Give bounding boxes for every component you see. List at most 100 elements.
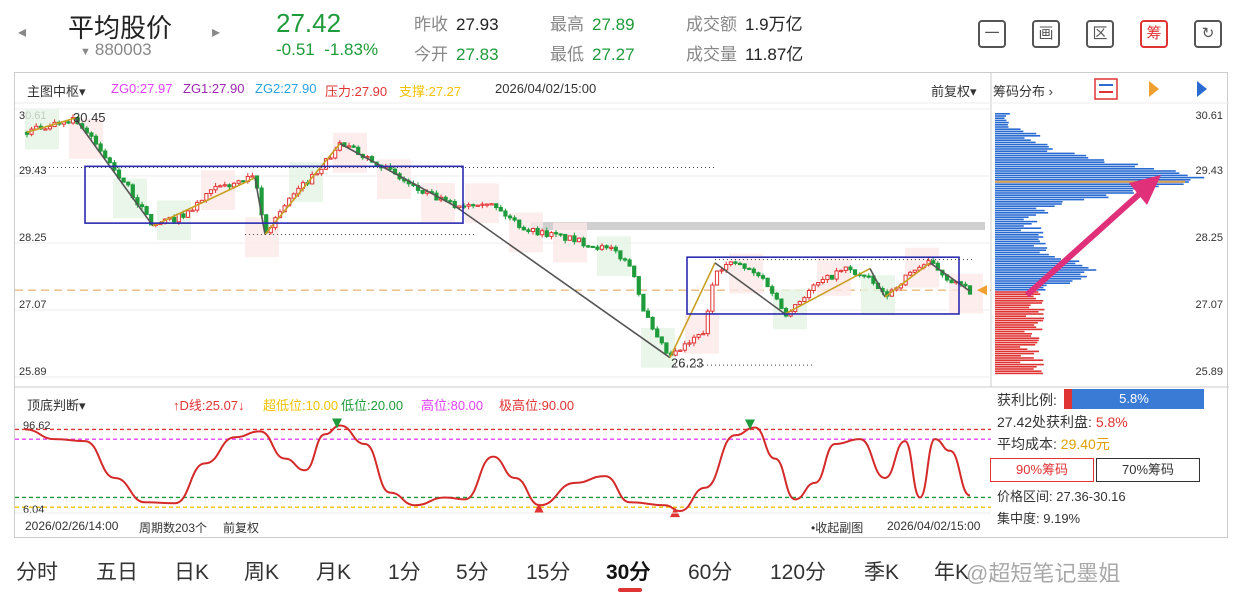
tab-weekly[interactable]: 周K	[244, 556, 279, 586]
next-stock-icon[interactable]: ▸	[212, 22, 220, 42]
chip-bar	[995, 333, 1033, 335]
chip-bar	[995, 324, 1035, 326]
range-tool-icon[interactable]: 区	[1086, 20, 1114, 48]
tab-quarterly[interactable]: 季K	[864, 556, 899, 586]
chip-bar	[995, 337, 1040, 339]
range-label: 价格区间:	[997, 489, 1053, 504]
candle-body	[664, 342, 669, 354]
chip-bar	[995, 344, 1036, 346]
indicator-zg1: ZG1:27.90	[183, 81, 245, 96]
candle-body	[756, 272, 761, 277]
chip-bar	[995, 264, 1083, 267]
adjust-label: 前复权	[931, 84, 971, 99]
avg-cost-value: 29.40元	[1060, 436, 1110, 452]
chip-bar	[995, 346, 1021, 348]
adjust-selector[interactable]: 前复权▾	[931, 81, 977, 100]
candle-body	[530, 227, 536, 232]
rotate-screen-icon[interactable]: ↻	[1194, 20, 1222, 48]
chip-bar	[995, 168, 1155, 170]
sub-end-date: 2026/04/02/15:00	[887, 519, 981, 533]
avg-cost-label: 平均成本:	[997, 436, 1057, 452]
tab-intraday[interactable]: 分时	[16, 556, 58, 586]
tab-1min[interactable]: 1分	[388, 556, 421, 586]
highlight-arrow-shaft	[1024, 186, 1148, 298]
candle-body	[236, 180, 241, 184]
prev-stock-icon[interactable]: ◂	[18, 22, 26, 42]
tab-yearly[interactable]: 年K	[934, 556, 969, 586]
low-marker: 26.23	[671, 356, 704, 371]
candle-body	[848, 266, 853, 271]
collapse-sub-chart-button[interactable]: •收起副图	[811, 519, 863, 536]
candle-body	[572, 235, 577, 243]
stock-code[interactable]: ▼ 880003	[80, 40, 152, 60]
quote-header: ◂ 平均股价 ▼ 880003 ▸ 27.42 -0.51 -1.83% 昨收 27…	[0, 0, 1242, 72]
chip-bar	[995, 209, 1045, 212]
dropdown-icon: ▾	[970, 84, 977, 99]
tab-daily[interactable]: 日K	[174, 556, 209, 586]
main-indicator-selector[interactable]: 主图中枢▾	[27, 81, 86, 100]
candle-body	[213, 185, 218, 191]
sub-indicator-selector[interactable]: 顶底判断▾	[27, 395, 86, 414]
tab-120min[interactable]: 120分	[770, 556, 826, 586]
chip-axis-label: 29.43	[1195, 165, 1223, 177]
candle-body	[107, 157, 112, 164]
candle-body	[728, 261, 733, 266]
candle-body	[517, 219, 522, 228]
chip-bar	[995, 154, 1087, 157]
chip-bar	[995, 148, 1053, 150]
indicator-pressure: 压力:27.90	[325, 84, 388, 99]
tab-15min[interactable]: 15分	[526, 556, 570, 586]
profit-ratio-fill	[1064, 389, 1073, 409]
concentration-value: 9.19%	[1043, 511, 1081, 526]
candle-body	[507, 215, 513, 219]
stat-value: 27.93	[456, 15, 499, 34]
tab-30min[interactable]: 30分	[606, 556, 650, 586]
stat-low: 最低 27.27	[550, 40, 635, 65]
candle-body	[760, 275, 766, 279]
candle-body	[484, 203, 490, 206]
chip-axis-label: 27.07	[1195, 299, 1223, 311]
candle-body	[563, 233, 568, 241]
candle-body	[724, 264, 729, 271]
line-tool-icon[interactable]: 一	[978, 20, 1006, 48]
chip-bar	[995, 130, 1024, 133]
chip-bar	[995, 119, 1007, 122]
tab-60min[interactable]: 60分	[688, 556, 732, 586]
draw-tool-icon[interactable]: 画	[1032, 20, 1060, 48]
chip-bar	[995, 240, 1040, 243]
chip-tool-icon[interactable]: 筹	[1140, 20, 1168, 48]
chip-70-button[interactable]: 70%筹码	[1096, 458, 1200, 482]
profit-ratio-label: 获利比例:	[997, 392, 1057, 408]
candle-body	[466, 204, 471, 207]
chip-dist-link[interactable]: 筹码分布 ›	[993, 81, 1053, 100]
chip-bar	[995, 194, 1107, 196]
chip-bar	[995, 231, 1044, 234]
candle-body	[862, 274, 867, 277]
chip-bar	[995, 275, 1087, 278]
candle-body	[66, 121, 71, 124]
chip-bar	[995, 196, 1109, 199]
price-axis-label: 28.25	[19, 232, 47, 244]
candle-body	[618, 250, 623, 260]
candle-body	[351, 145, 356, 148]
tab-5min[interactable]: 5分	[456, 556, 489, 586]
candle-body	[742, 263, 747, 269]
chip-bar	[995, 326, 1037, 328]
candle-body	[218, 185, 223, 188]
tab-monthly[interactable]: 月K	[316, 556, 351, 586]
candle-body	[673, 350, 678, 356]
candle-body	[806, 290, 812, 299]
tab-five-day[interactable]: 五日	[96, 556, 138, 586]
chip-bar	[995, 172, 1180, 174]
top-signal-icon	[332, 418, 342, 429]
chip-bar	[995, 357, 1034, 359]
chip-bar	[995, 315, 1026, 317]
chip-90-button[interactable]: 90%筹码	[990, 458, 1094, 482]
candle-body	[751, 268, 756, 274]
chip-bar	[995, 300, 1044, 302]
chip-bar	[995, 363, 1044, 366]
candle-body	[829, 274, 835, 280]
chip-dist-label: 筹码分布	[993, 84, 1046, 99]
chip-bar	[995, 258, 1062, 260]
chip-bar	[995, 170, 1176, 172]
